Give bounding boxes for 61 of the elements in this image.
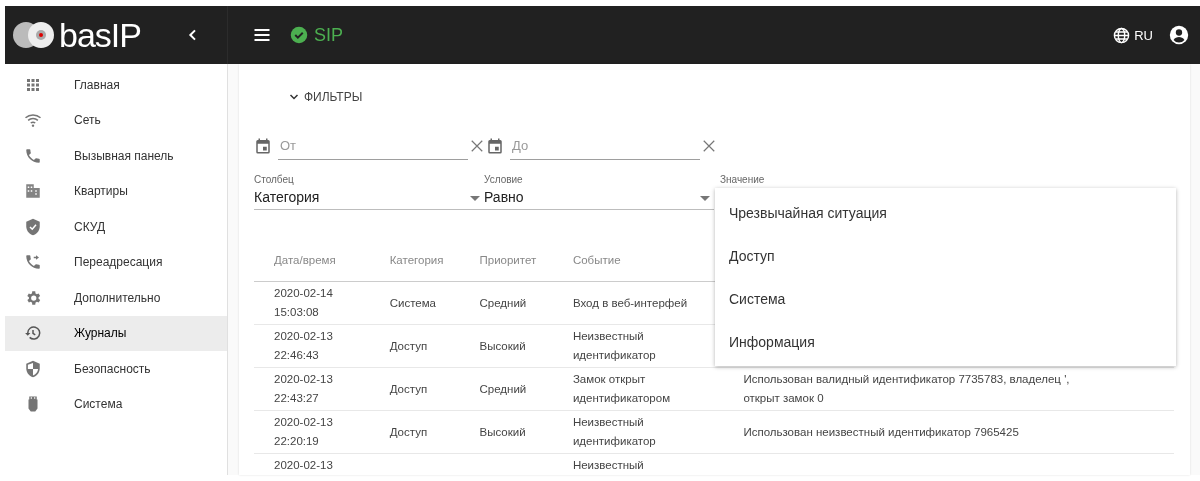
sidebar-item[interactable]: Переадресация — [5, 244, 227, 280]
column-header: Категория — [369, 238, 460, 282]
filters-toggle[interactable]: ФИЛЬТРЫ — [286, 88, 365, 106]
datetime-cell-text: 2020-02-13 22:46:43 — [274, 329, 334, 363]
language-button[interactable]: RU — [1111, 24, 1155, 46]
phone-icon — [24, 146, 42, 165]
priority-cell: Средний — [479, 382, 527, 395]
category-cell: Система — [389, 296, 436, 309]
category-cell: Доступ — [389, 425, 428, 438]
select-label: Условие — [484, 174, 524, 185]
building-icon — [24, 182, 42, 201]
datetime-cell-text: 2020-02-14 15:03:08 — [274, 286, 334, 320]
column-header: Приоритет — [459, 238, 553, 282]
event-cell-text: Неизвестный идентификатор — [572, 415, 657, 449]
event-cell-text: Замок открыт идентификатором — [572, 372, 672, 406]
sidebar-item[interactable]: Дополнительно — [5, 280, 227, 316]
event-cell-text: Неизвестный идентификатор — [572, 329, 657, 363]
sidebar-item[interactable]: Сеть — [5, 102, 227, 138]
shield-icon — [24, 359, 42, 378]
sidebar-item[interactable]: Квартиры — [5, 173, 227, 209]
history-icon — [24, 324, 42, 343]
category-cell: Доступ — [389, 339, 428, 352]
globe-icon — [1113, 26, 1131, 44]
forward-icon — [24, 253, 42, 272]
shield-check-icon — [24, 217, 42, 236]
sidebar-item[interactable]: Система — [5, 386, 227, 422]
priority-cell: Средний — [479, 296, 527, 309]
priority-cell: Высокий — [479, 425, 526, 438]
wifi-icon — [24, 111, 42, 130]
dropdown-caret-icon — [470, 196, 480, 201]
description-cell-text: Использован валидный идентификатор 7735783, владелец ', открыт замок 0 — [743, 372, 1071, 406]
select-label: Столбец — [254, 174, 295, 185]
description-cell-text: Использован неизвестный идентификатор 7965425 — [743, 424, 1020, 440]
select-value[interactable]: Категория — [254, 189, 470, 205]
category-cell: Доступ — [389, 382, 428, 395]
menu-item[interactable]: Чрезвычайная ситуация — [715, 191, 1176, 234]
sidebar-item[interactable]: Журналы — [5, 315, 227, 351]
calendar-icon[interactable] — [486, 137, 504, 155]
check-circle-icon — [290, 26, 308, 44]
datetime-cell-text: 2020-02-13 — [274, 458, 334, 473]
calendar-icon[interactable] — [254, 137, 272, 155]
datetime-cell-text: 2020-02-13 22:43:27 — [274, 372, 334, 406]
event-cell-text: Вход в веб-интерфей — [572, 295, 689, 311]
sidebar-item[interactable]: Вызывная панель — [5, 138, 227, 174]
sip-status: SIP — [314, 24, 343, 46]
select-value[interactable]: Равно — [484, 189, 700, 205]
date-to-field[interactable]: До — [510, 132, 700, 160]
sidebar-item[interactable]: Главная — [5, 67, 227, 103]
sidebar-item[interactable]: Безопасность — [5, 351, 227, 387]
logo-text: basIP — [59, 15, 141, 55]
dropdown-caret-icon — [700, 196, 710, 201]
account-button[interactable] — [1167, 23, 1191, 47]
priority-cell: Высокий — [479, 339, 526, 352]
logo-icon — [13, 20, 57, 50]
datetime-cell-text: 2020-02-13 22:20:19 — [274, 415, 334, 449]
column-header: Дата/время — [254, 238, 370, 282]
select-label: Значение — [720, 174, 765, 185]
event-cell-text: Неизвестный — [572, 458, 645, 473]
sidebar-item[interactable]: СКУД — [5, 209, 227, 245]
date-from-field[interactable]: От — [278, 132, 468, 160]
menu-item[interactable]: Информация — [715, 320, 1176, 363]
